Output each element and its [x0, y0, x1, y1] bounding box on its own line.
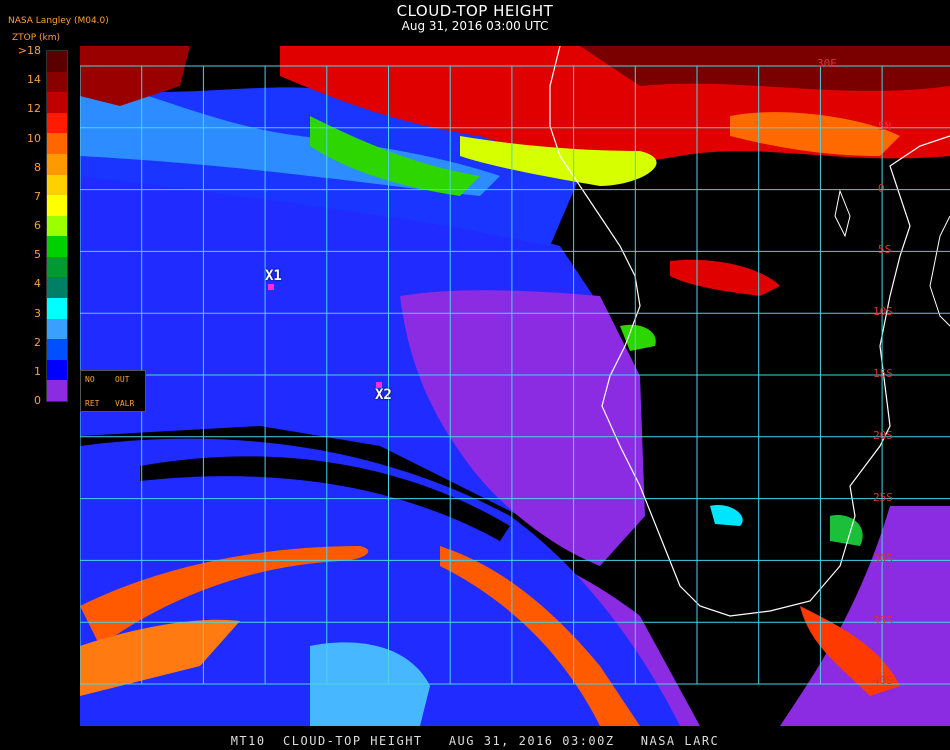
- legend-swatch: [47, 339, 67, 361]
- legend-swatch: [47, 359, 67, 381]
- color-legend: [46, 50, 68, 402]
- flag-no: NO: [85, 375, 95, 384]
- legend-swatch: [47, 236, 67, 258]
- map-title: CLOUD-TOP HEIGHT: [396, 2, 554, 20]
- legend-swatch: [47, 277, 67, 299]
- legend-tick-label: 2: [34, 335, 41, 349]
- legend-swatch: [47, 195, 67, 217]
- lat-label-35s: 35S: [873, 614, 893, 627]
- legend-tick-label: 8: [34, 160, 41, 174]
- legend-swatch: [47, 71, 67, 93]
- lon-label-30e: 30E: [817, 57, 837, 70]
- legend-tick-label: 7: [34, 189, 41, 203]
- legend-tick-label: 5: [34, 248, 41, 262]
- legend-tick-label: 3: [34, 306, 41, 320]
- legend-tick-label: 0: [34, 394, 41, 407]
- map-canvas: [80, 46, 950, 726]
- legend-swatch: [47, 112, 67, 134]
- legend-swatch: [47, 133, 67, 155]
- lat-label-0: 0: [878, 182, 885, 195]
- legend-swatch: [47, 153, 67, 176]
- marker-x1-label: X1: [265, 268, 282, 284]
- flag-key: NO OUT RET VALR: [80, 370, 146, 412]
- flag-valr: VALR: [115, 399, 135, 408]
- legend-swatch: [47, 174, 67, 196]
- legend-tick-label: 6: [34, 219, 41, 232]
- map-timestamp: Aug 31, 2016 03:00 UTC: [401, 19, 549, 33]
- legend-tick-label: 10: [27, 131, 41, 145]
- flag-ret: RET: [85, 399, 100, 408]
- legend-tick-label: 4: [34, 277, 41, 291]
- legend-tick-label: 12: [27, 102, 41, 116]
- lat-label-30s: 30S: [873, 552, 893, 565]
- source-label: NASA Langley (M04.0): [8, 16, 109, 26]
- legend-tick-label: 1: [34, 364, 41, 378]
- flag-out: OUT: [115, 375, 130, 384]
- legend-swatch: [47, 318, 67, 340]
- legend-tick-label: >18: [17, 44, 41, 57]
- marker-x1-dot: [268, 284, 274, 290]
- legend-swatch: [47, 380, 67, 402]
- legend-swatch: [47, 51, 67, 73]
- legend-tick-label: 14: [27, 73, 41, 87]
- legend-swatch: [47, 92, 67, 114]
- lat-label-10s: 10S: [873, 305, 893, 318]
- legend-swatch: [47, 298, 67, 320]
- marker-x2-label: X2: [375, 387, 392, 403]
- legend-swatch: [47, 256, 67, 278]
- lat-label-5s: 5S: [878, 243, 892, 256]
- footer-caption: MT10 CLOUD-TOP HEIGHT AUG 31, 2016 03:00…: [230, 734, 720, 748]
- satellite-map: 30E 5N 0 5S 10S 15S 20S 25S 30S 35S 40S: [80, 46, 950, 726]
- units-label: ZTOP (km): [12, 33, 61, 43]
- lat-label-20s: 20S: [873, 429, 893, 442]
- lat-label-5n: 5N: [878, 120, 892, 133]
- lat-label-40s: 40S: [873, 674, 893, 687]
- legend-swatch: [47, 215, 67, 237]
- lat-label-25s: 25S: [873, 491, 893, 504]
- lat-label-15s: 15S: [873, 367, 893, 380]
